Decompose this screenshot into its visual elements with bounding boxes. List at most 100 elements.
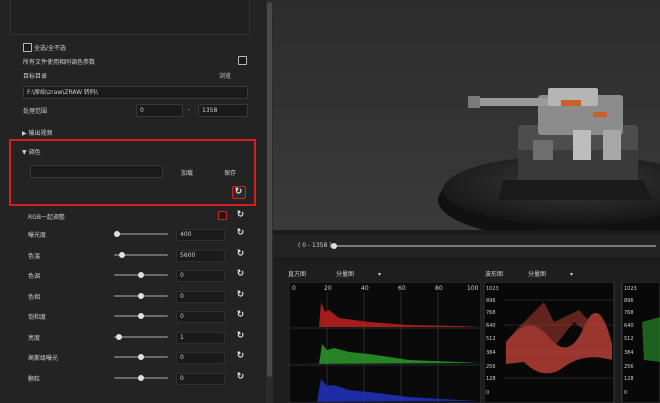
preset-field[interactable] (30, 165, 163, 178)
range-separator: - (188, 106, 191, 113)
wave-tick-128-b: 128 (624, 376, 634, 382)
waveform-chart: 1023 896 768 640 512 384 256 128 0 1023 … (484, 282, 660, 403)
waveform-mode-label: 分量图 (528, 271, 547, 278)
reset-icon[interactable]: ↻ (236, 331, 245, 341)
target-dir-field[interactable]: F:\原始\zraw\ZRAW 转码\ (23, 86, 248, 99)
timeline-slider[interactable] (331, 243, 656, 249)
same-color-params-checkbox[interactable] (238, 56, 247, 65)
histogram-title: 直方图 (288, 271, 307, 278)
collapse-down-icon: ▼ (22, 149, 27, 156)
rgb-reset-icon[interactable]: ↻ (236, 211, 245, 220)
reset-icon[interactable]: ↻ (236, 290, 245, 300)
slider-knob[interactable] (138, 374, 144, 381)
scopes-panel: 直方图 分量图 ▾ 波形图 分量图 ▾ 0 20 40 60 80 100 10… (273, 262, 660, 403)
load-button[interactable]: 加载 (181, 168, 193, 177)
top-preview-box (10, 0, 250, 35)
expand-right-icon: ▶ (22, 130, 27, 137)
adjust-slider[interactable] (114, 374, 168, 381)
wave-tick-1023: 1023 (486, 286, 499, 292)
slider-knob[interactable] (119, 251, 125, 258)
slider-knob[interactable] (138, 272, 144, 278)
rgb-together-label: RGB一起调整 (28, 214, 65, 221)
reset-icon[interactable]: ↻ (236, 249, 245, 259)
reset-icon[interactable]: ↻ (236, 270, 245, 279)
adjust-value-field[interactable]: 0 (176, 290, 225, 303)
reset-icon[interactable]: ↻ (236, 229, 245, 238)
browse-button[interactable]: 浏览 (219, 71, 231, 80)
wave-tick-128: 128 (486, 376, 496, 382)
reset-icon[interactable]: ↻ (236, 311, 245, 320)
save-button[interactable]: 保存 (224, 168, 236, 177)
wave-tick-1023-b: 1023 (624, 286, 637, 292)
adjust-value-field[interactable]: 0 (176, 270, 225, 282)
adjust-value-field[interactable]: 400 (176, 229, 225, 241)
output-video-label: 输出视频 (28, 130, 53, 137)
timeline-knob[interactable] (331, 243, 337, 249)
adjust-slider[interactable] (114, 272, 168, 278)
range-end-field[interactable]: 1358 (198, 104, 248, 117)
tank-model-image (273, 0, 660, 240)
adjust-label: 色调 (28, 273, 41, 280)
wave-tick-384-b: 384 (624, 350, 634, 356)
histogram-mode-dropdown[interactable]: 分量图 ▾ (336, 269, 381, 278)
histogram-mode-label: 分量图 (336, 271, 355, 278)
wave-tick-896-b: 896 (624, 298, 634, 304)
adjust-slider[interactable] (114, 313, 168, 319)
adjust-value-field[interactable]: 0 (176, 372, 225, 385)
adjust-slider[interactable] (114, 333, 168, 340)
timeline-bar: ( 0 - 1358 ) (273, 235, 660, 257)
adjust-slider[interactable] (114, 231, 168, 237)
slider-knob[interactable] (138, 313, 144, 319)
wave-tick-256-b: 256 (624, 364, 634, 370)
hist-tick-100: 100 (467, 285, 479, 292)
wave-tick-640: 640 (486, 323, 496, 329)
waveform-green-trace (642, 317, 660, 362)
dropdown-caret-icon: ▾ (377, 271, 381, 278)
wave-tick-384: 384 (486, 350, 496, 356)
adjust-value-field[interactable]: 5600 (176, 249, 225, 262)
wave-tick-896: 896 (486, 298, 496, 304)
hist-tick-20: 20 (324, 285, 332, 292)
adjust-label: 亮度 (28, 334, 41, 342)
range-start-field[interactable]: 0 (136, 104, 183, 117)
adjust-value-field[interactable]: 0 (176, 311, 225, 323)
dropdown-caret-icon: ▾ (569, 271, 573, 278)
adjust-slider[interactable] (114, 354, 168, 360)
slider-knob[interactable] (116, 333, 122, 340)
waveform-mode-dropdown[interactable]: 分量图 ▾ (528, 269, 573, 278)
adjust-value-field[interactable]: 0 (176, 352, 225, 364)
wave-tick-256: 256 (486, 364, 496, 370)
timeline-range-label: ( 0 - 1358 ) (298, 242, 332, 249)
video-viewport[interactable] (273, 0, 660, 240)
wave-tick-640-b: 640 (624, 323, 634, 329)
adjust-label: 色温 (28, 252, 41, 260)
slider-knob[interactable] (114, 231, 120, 237)
target-dir-label: 目标目录 (23, 73, 48, 80)
slider-knob[interactable] (138, 354, 144, 360)
left-scrollbar[interactable] (266, 0, 273, 403)
histogram-chart: 0 20 40 60 80 100 (289, 282, 481, 403)
rgb-together-checkbox[interactable] (218, 211, 227, 220)
adjust-slider[interactable] (114, 251, 168, 258)
wave-tick-768: 768 (486, 310, 496, 316)
color-section-expander[interactable]: ▼ 调色 (22, 147, 41, 156)
reset-icon[interactable]: ↻ (236, 372, 245, 382)
adjust-label: 颗粒 (28, 375, 41, 383)
adjust-label: 饱和度 (28, 314, 47, 321)
hist-tick-0: 0 (292, 285, 296, 292)
wave-tick-768-b: 768 (624, 310, 634, 316)
wave-tick-0-b: 0 (624, 390, 627, 396)
waveform-title: 波形图 (485, 271, 504, 278)
hist-tick-80: 80 (435, 285, 443, 292)
settings-panel: 全选/全不选 所有文件使用相同调色参数 目标目录 浏览 F:\原始\zraw\Z… (0, 0, 266, 403)
adjust-label: 色相 (28, 293, 41, 301)
scrollbar-thumb[interactable] (267, 2, 272, 377)
reset-icon[interactable]: ↻ (236, 352, 245, 361)
color-reset-button[interactable]: ↻ (232, 186, 246, 199)
select-all-checkbox[interactable] (23, 43, 32, 52)
output-video-expander[interactable]: ▶ 输出视频 (22, 128, 53, 137)
adjust-value-field[interactable]: 1 (176, 331, 225, 344)
adjust-slider[interactable] (114, 292, 168, 299)
hist-tick-40: 40 (361, 285, 369, 292)
slider-knob[interactable] (138, 292, 144, 299)
